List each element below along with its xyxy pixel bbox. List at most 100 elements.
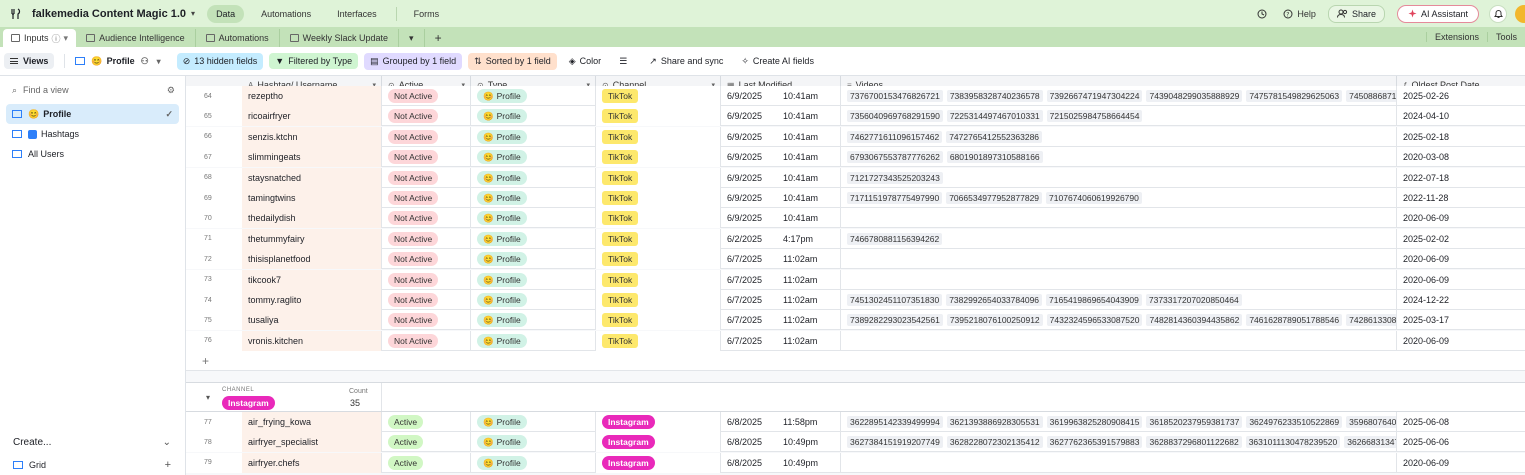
videos-cell[interactable]: 7376700153476826721 7383958328740236578 73… (841, 86, 1397, 106)
sidebar-view-all-users[interactable]: All Users (6, 144, 179, 164)
active-cell[interactable]: Not Active (382, 269, 471, 290)
last-modified-cell[interactable]: 6/9/2025 10:41am (721, 86, 841, 106)
share-sync-button[interactable]: ↗ Share and sync (643, 53, 729, 70)
last-modified-cell[interactable]: 6/8/2025 10:49pm (721, 452, 841, 473)
handle-cell[interactable]: airfryer.chefs (242, 452, 382, 473)
channel-cell[interactable]: TikTok (596, 330, 721, 351)
color-button[interactable]: ◈ Color (563, 53, 607, 70)
type-cell[interactable]: 😊 Profile (471, 452, 596, 473)
oldest-post-date-cell[interactable]: 2020-06-09 (1397, 453, 1525, 473)
type-cell[interactable]: 😊 Profile (471, 208, 596, 229)
type-cell[interactable]: 😊 Profile (471, 188, 596, 208)
videos-cell[interactable]: 7389282293023542561 7395218076100250912 74… (841, 310, 1397, 331)
videos-cell[interactable] (841, 330, 1397, 351)
active-cell[interactable]: Not Active (382, 147, 471, 168)
oldest-post-date-cell[interactable]: 2025-02-02 (1397, 229, 1525, 249)
videos-cell[interactable] (841, 269, 1397, 290)
type-cell[interactable]: 😊 Profile (471, 330, 596, 351)
handle-cell[interactable]: tusaliya (242, 310, 382, 331)
create-ai-fields-button[interactable]: ✧ Create AI fields (735, 53, 820, 70)
nav-forms[interactable]: Forms (405, 5, 449, 23)
oldest-post-date-cell[interactable]: 2022-11-28 (1397, 188, 1525, 208)
active-cell[interactable]: Not Active (382, 290, 471, 310)
active-cell[interactable]: Active (382, 452, 471, 473)
oldest-post-date-cell[interactable]: 2022-07-18 (1397, 168, 1525, 188)
last-modified-cell[interactable]: 6/7/2025 11:02am (721, 290, 841, 310)
sidebar-view-profile[interactable]: 😊 Profile ✓ (6, 104, 179, 124)
group-button[interactable]: ▤ Grouped by 1 field (364, 52, 463, 70)
videos-cell[interactable]: 7171151978775497990 7066534977952877829 71… (841, 188, 1397, 208)
oldest-post-date-cell[interactable]: 2024-12-22 (1397, 290, 1525, 310)
last-modified-cell[interactable]: 6/9/2025 10:41am (721, 188, 841, 208)
active-cell[interactable]: Active (382, 432, 471, 453)
handle-cell[interactable]: tamingtwins (242, 188, 382, 208)
last-modified-cell[interactable]: 6/9/2025 10:41am (721, 126, 841, 147)
handle-cell[interactable]: tikcook7 (242, 269, 382, 290)
videos-cell[interactable] (841, 208, 1397, 229)
table-row[interactable]: 75 tusaliya Not Active 😊 Profile TikTok 6/7/20… (186, 310, 1525, 331)
oldest-post-date-cell[interactable]: 2025-06-06 (1397, 432, 1525, 452)
handle-cell[interactable]: ricoairfryer (242, 106, 382, 127)
notifications-button[interactable] (1489, 4, 1507, 23)
handle-cell[interactable]: thetummyfairy (242, 228, 382, 249)
last-modified-cell[interactable]: 6/8/2025 10:49pm (721, 432, 841, 453)
nav-data[interactable]: Data (207, 4, 245, 23)
table-row[interactable]: 76 vronis.kitchen Not Active 😊 Profile TikTok… (186, 330, 1525, 351)
active-cell[interactable]: Active (382, 412, 471, 432)
table-row[interactable]: 72 thisisplanetfood Not Active 😊 Profile TikT… (186, 249, 1525, 270)
videos-cell[interactable]: 3627384151919207749 3628228072302135412 36… (841, 432, 1397, 453)
channel-cell[interactable]: TikTok (596, 249, 721, 270)
videos-cell[interactable]: 7451302451107351830 7382992654033784096 71… (841, 290, 1397, 310)
handle-cell[interactable]: air_frying_kowa (242, 412, 382, 432)
videos-cell[interactable] (841, 452, 1397, 473)
last-modified-cell[interactable]: 6/9/2025 10:41am (721, 106, 841, 127)
table-row[interactable]: 77 air_frying_kowa Active 😊 Profile Instagram… (186, 412, 1525, 432)
last-modified-cell[interactable]: 6/7/2025 11:02am (721, 269, 841, 290)
table-row[interactable]: 79 airfryer.chefs Active 😊 Profile Instagram 6… (186, 452, 1525, 473)
handle-cell[interactable]: thedailydish (242, 208, 382, 229)
channel-cell[interactable]: TikTok (596, 310, 721, 331)
table-row[interactable]: 68 staysnatched Not Active 😊 Profile TikTok 6/… (186, 167, 1525, 188)
gear-icon[interactable]: ⚙ (167, 85, 175, 96)
create-view-toggle[interactable]: Create... ⌄ (0, 429, 185, 455)
hidden-fields-button[interactable]: ⊘ 13 hidden fields (176, 52, 264, 70)
type-cell[interactable]: 😊 Profile (471, 310, 596, 331)
chevron-down-icon[interactable]: ▾ (191, 9, 195, 18)
table-row[interactable]: 71 thetummyfairy Not Active 😊 Profile TikTok 6… (186, 228, 1525, 249)
last-modified-cell[interactable]: 6/7/2025 11:02am (721, 310, 841, 331)
table-row[interactable]: 74 tommy.raglito Not Active 😊 Profile TikTok 6… (186, 290, 1525, 310)
channel-cell[interactable]: TikTok (596, 167, 721, 188)
last-modified-cell[interactable]: 6/2/2025 4:17pm (721, 228, 841, 249)
oldest-post-date-cell[interactable]: 2020-06-09 (1397, 249, 1525, 269)
active-cell[interactable]: Not Active (382, 126, 471, 147)
type-cell[interactable]: 😊 Profile (471, 412, 596, 432)
active-cell[interactable]: Not Active (382, 330, 471, 351)
type-cell[interactable]: 😊 Profile (471, 106, 596, 127)
last-modified-cell[interactable]: 6/9/2025 10:41am (721, 167, 841, 188)
channel-cell[interactable]: TikTok (596, 228, 721, 249)
info-icon[interactable]: ⓘ (52, 32, 61, 45)
videos-cell[interactable]: 3622895142339499994 3621393886928305531 36… (841, 412, 1397, 432)
channel-cell[interactable]: TikTok (596, 147, 721, 168)
handle-cell[interactable]: tommy.raglito (242, 290, 382, 310)
channel-cell[interactable]: TikTok (596, 290, 721, 310)
ai-assistant-button[interactable]: AI Assistant (1396, 4, 1479, 23)
type-cell[interactable]: 😊 Profile (471, 290, 596, 310)
oldest-post-date-cell[interactable]: 2020-06-09 (1397, 208, 1525, 228)
app-title[interactable]: falkemedia Content Magic 1.0 (32, 8, 186, 20)
oldest-post-date-cell[interactable]: 2025-03-17 (1397, 310, 1525, 330)
oldest-post-date-cell[interactable]: 2020-06-09 (1397, 270, 1525, 290)
active-cell[interactable]: Not Active (382, 167, 471, 188)
create-grid-view[interactable]: Grid + (0, 455, 185, 475)
tab-automations[interactable]: Automations (196, 29, 280, 47)
table-row[interactable]: 69 tamingtwins Not Active 😊 Profile TikTok 6/9… (186, 188, 1525, 208)
oldest-post-date-cell[interactable]: 2020-06-09 (1397, 331, 1525, 351)
type-cell[interactable]: 😊 Profile (471, 269, 596, 290)
chevron-down-icon[interactable]: ▾ (64, 33, 69, 44)
channel-cell[interactable]: Instagram (596, 432, 721, 453)
videos-cell[interactable]: 7466780881156394262 (841, 228, 1397, 249)
channel-cell[interactable]: TikTok (596, 126, 721, 147)
type-cell[interactable]: 😊 Profile (471, 147, 596, 168)
videos-cell[interactable]: 7356040969768291590 7225314497467010331 72… (841, 106, 1397, 127)
channel-cell[interactable]: Instagram (596, 452, 721, 473)
